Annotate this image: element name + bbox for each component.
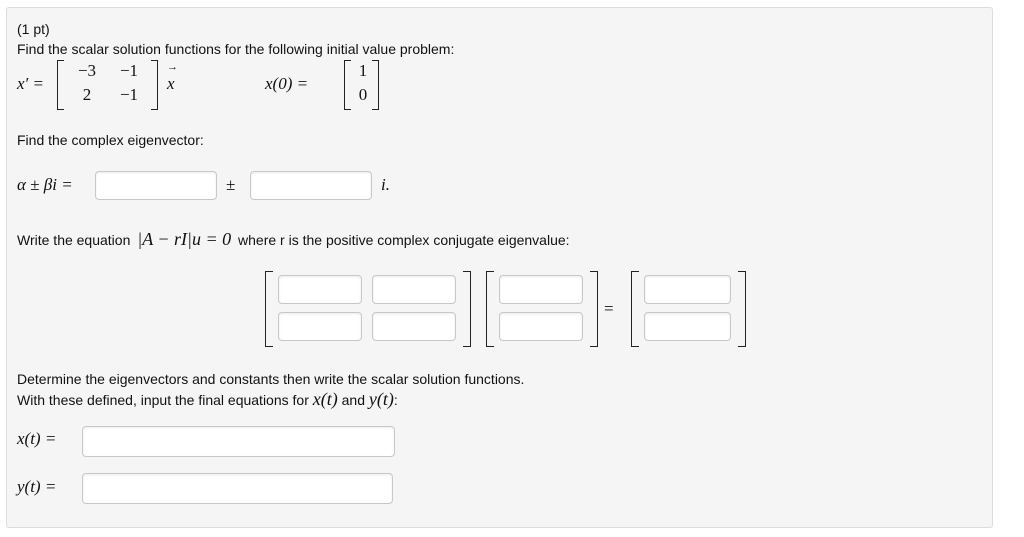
alpha-input[interactable] bbox=[95, 171, 217, 200]
rhs-vector-input[interactable] bbox=[644, 275, 731, 304]
rhs-vector-right-bracket bbox=[738, 271, 746, 347]
coef-matrix-input[interactable] bbox=[278, 275, 362, 304]
beta-input[interactable] bbox=[250, 171, 372, 200]
plus-minus-sign: ± bbox=[226, 175, 236, 194]
equation-prompt-before: Write the equation bbox=[17, 232, 131, 248]
system-rhs-var: x bbox=[167, 61, 175, 94]
matrix-cell: −1 bbox=[119, 85, 139, 104]
eigenvector-label: α ± βi = bbox=[17, 175, 73, 194]
x-function-label: x(t) = bbox=[17, 429, 57, 448]
coef-matrix-input[interactable] bbox=[278, 312, 362, 341]
u-vector-left-bracket bbox=[486, 271, 494, 347]
final-instruction-line1: Determine the eigenvectors and constants… bbox=[17, 371, 525, 387]
u-vector-right-bracket bbox=[590, 271, 598, 347]
final-instruction-line2: With these defined, input the final equa… bbox=[17, 389, 398, 409]
rhs-vector-left-bracket bbox=[631, 271, 639, 347]
coef-matrix-input[interactable] bbox=[372, 312, 456, 341]
x-of-t-inline: x(t) bbox=[312, 389, 338, 409]
equals-sign: = bbox=[604, 299, 614, 318]
initial-condition-lhs: x(0) = bbox=[265, 74, 309, 93]
equation-prompt-after: where r is the positive complex conjugat… bbox=[238, 232, 570, 248]
matrix-cell: −1 bbox=[119, 61, 139, 80]
x-function-input[interactable] bbox=[82, 426, 395, 457]
y-function-input[interactable] bbox=[82, 473, 393, 504]
u-vector-input[interactable] bbox=[499, 275, 583, 304]
y-of-t-inline: y(t) bbox=[368, 389, 394, 409]
imaginary-unit-suffix: i. bbox=[381, 175, 390, 194]
eigenvector-prompt: Find the complex eigenvector: bbox=[17, 132, 204, 148]
matrix-right-bracket bbox=[151, 60, 158, 110]
coef-matrix-left-bracket bbox=[265, 271, 273, 347]
points-label: (1 pt) bbox=[17, 21, 50, 37]
matrix-cell: −3 bbox=[77, 61, 97, 80]
equation-prompt: Write the equation |A − rI|u = 0 where r… bbox=[17, 229, 570, 250]
matrix-cell: 2 bbox=[82, 85, 92, 104]
y-function-label: y(t) = bbox=[17, 477, 57, 496]
rhs-vector-input[interactable] bbox=[644, 312, 731, 341]
coef-matrix-input[interactable] bbox=[372, 275, 456, 304]
ic-right-bracket bbox=[372, 60, 379, 110]
problem-instruction: Find the scalar solution functions for t… bbox=[17, 41, 455, 57]
equation-formula: |A − rI|u = 0 bbox=[137, 229, 232, 249]
system-lhs: x′ = bbox=[17, 74, 44, 93]
matrix-left-bracket bbox=[57, 60, 64, 110]
coef-matrix-right-bracket bbox=[463, 271, 471, 347]
problem-panel: (1 pt) Find the scalar solution function… bbox=[6, 7, 993, 528]
u-vector-input[interactable] bbox=[499, 312, 583, 341]
